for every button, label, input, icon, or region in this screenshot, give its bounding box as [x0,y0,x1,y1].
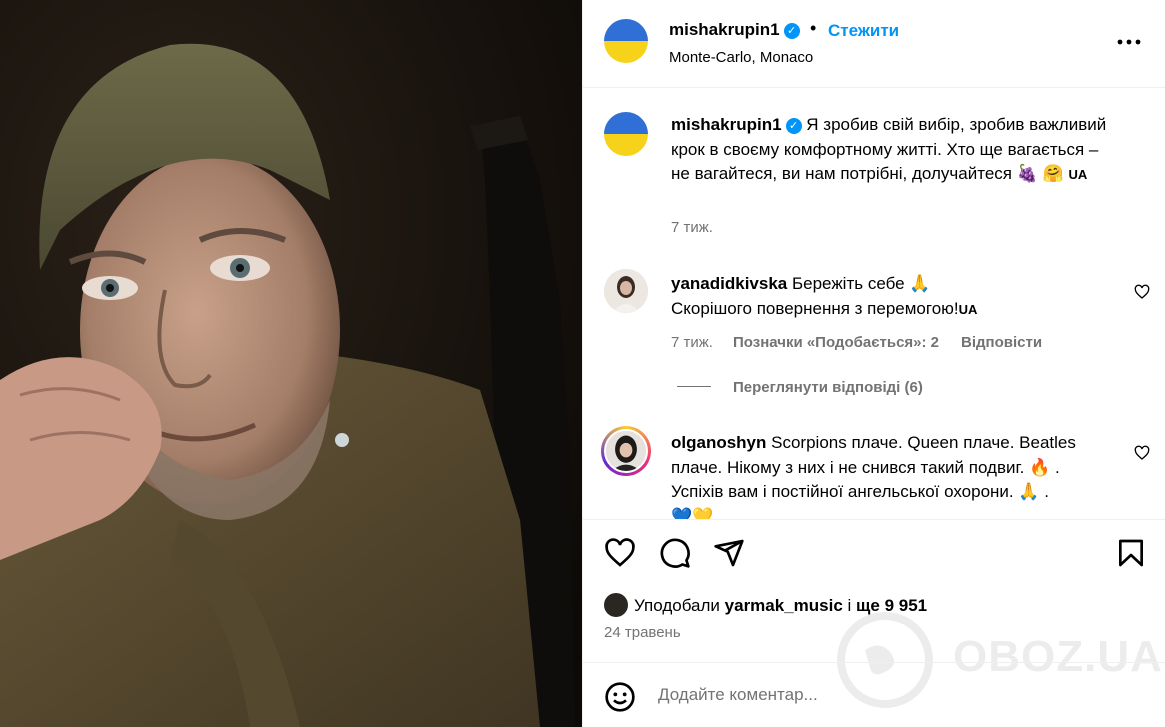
reply-button[interactable]: Відповісти [961,334,1042,351]
header-username[interactable]: mishakrupin1 ✓ [669,20,800,40]
like-comment-heart-icon[interactable] [1134,445,1150,461]
like-comment-heart-icon[interactable] [1134,284,1150,300]
add-comment-bar [583,662,1165,727]
comment-text: yanadidkivska Бережіть себе 🙏 Скорішого … [671,272,1111,322]
save-bookmark-icon[interactable] [1115,537,1147,569]
divider-line [677,386,711,387]
avatar[interactable] [604,19,648,63]
flag-ua-label: UA [958,301,978,317]
emoji-smile-icon[interactable] [604,681,636,713]
comment-input[interactable] [658,680,1038,710]
action-bar [583,519,1165,589]
comment-avatar-story-ring[interactable] [601,426,651,476]
more-horizontal-icon[interactable] [1116,30,1142,54]
comment-line-2: Скорішого повернення з перемогою! [671,298,959,318]
comment-line-1: Бережіть себе 🙏 [791,274,931,293]
post-header: mishakrupin1 ✓ • Стежити Monte-Carlo, Mon… [583,0,1165,88]
username-text[interactable]: mishakrupin1 [669,20,780,39]
caption-username[interactable]: mishakrupin1 [671,115,782,134]
like-heart-icon[interactable] [604,537,636,569]
likes-summary[interactable]: Уподобали yarmak_music і ще 9 951 [604,593,927,617]
comment-bubble-icon[interactable] [659,537,691,569]
post-date[interactable]: 24 травень [604,624,681,641]
caption-text: mishakrupin1 ✓ Я зробив свій вибір, зроби… [671,113,1111,188]
verified-badge-icon: ✓ [783,23,800,39]
comment-text: olganoshyn Scorpions плаче. Queen плаче.… [671,431,1111,519]
post-photo[interactable] [0,0,582,727]
comment-username[interactable]: olganoshyn [671,433,766,452]
comment-avatar[interactable] [604,269,648,313]
verified-badge-icon: ✓ [785,118,802,134]
caption-emoji: 🍇 🤗 [1016,164,1064,183]
location-link[interactable]: Monte-Carlo, Monaco [669,49,813,66]
follow-button[interactable]: Стежити [828,21,899,41]
comments-section[interactable]: mishakrupin1 ✓ Я зробив свій вибір, зроби… [583,89,1165,519]
liker-avatar [604,593,628,617]
share-send-icon[interactable] [713,537,745,569]
likes-middle: і [847,596,852,615]
likes-prefix: Уподобали [634,596,720,615]
view-replies-label: Переглянути відповіді (6) [733,379,923,396]
caption-time[interactable]: 7 тиж. [671,219,713,236]
likes-count[interactable]: ще 9 951 [856,596,927,615]
comment-time[interactable]: 7 тиж. [671,334,713,351]
liker-username[interactable]: yarmak_music [725,596,843,615]
comment-username[interactable]: yanadidkivska [671,274,787,293]
avatar-photo [604,269,648,313]
instagram-post: mishakrupin1 ✓ • Стежити Monte-Carlo, Mon… [0,0,1165,727]
avatar-photo [606,431,646,471]
post-sidebar: mishakrupin1 ✓ • Стежити Monte-Carlo, Mon… [582,0,1165,727]
selfie-photo [0,0,582,727]
view-replies-button[interactable]: Переглянути відповіді (6) [677,379,923,396]
comment-likes-count[interactable]: Позначки «Подобається»: 2 [733,334,939,351]
flag-ua-label: UA [1068,167,1088,182]
separator-dot: • [810,18,817,38]
comment-trailing-emoji: 💙💛 [671,506,714,520]
caption-avatar[interactable] [604,112,648,156]
